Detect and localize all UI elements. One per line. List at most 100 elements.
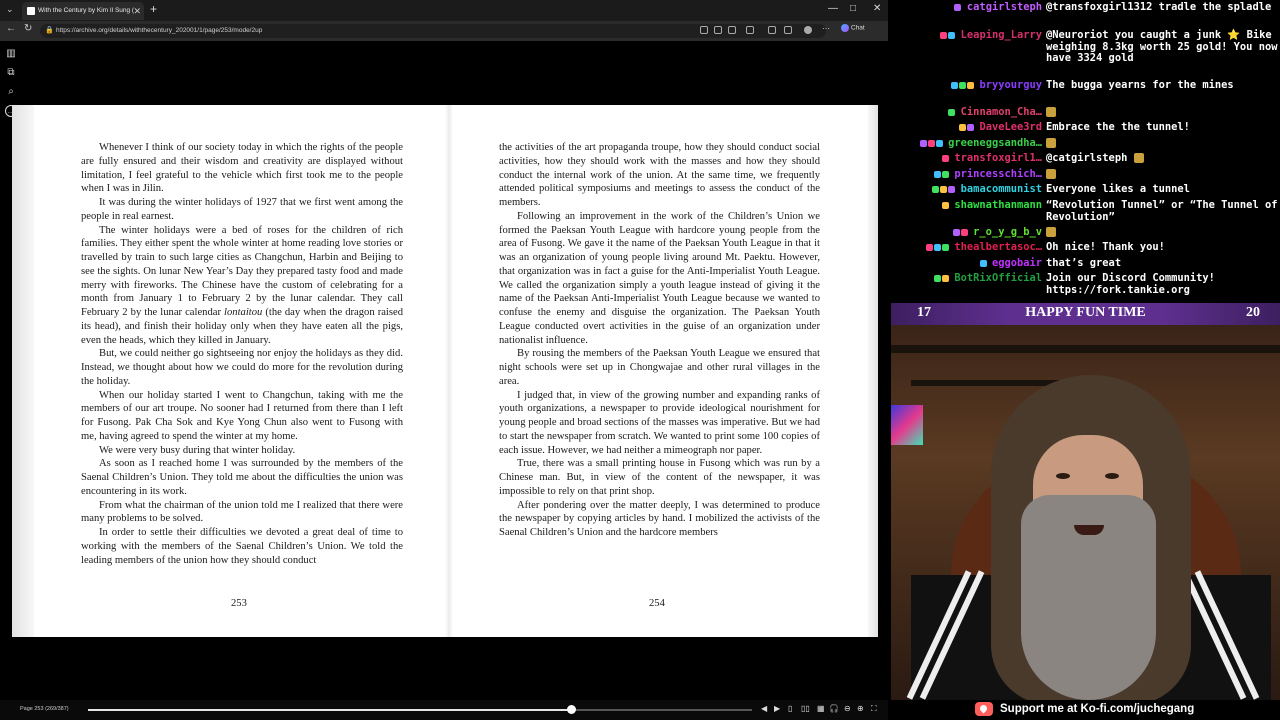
chat-username[interactable]: DaveLee3rd bbox=[979, 121, 1042, 134]
book-left-edge bbox=[12, 105, 34, 637]
next-page-icon[interactable]: ▶ bbox=[774, 704, 780, 713]
paragraph: It was during the winter holidays of 192… bbox=[81, 197, 403, 222]
user-badges bbox=[941, 154, 950, 163]
badge-icon bbox=[941, 275, 949, 282]
badge-icon bbox=[952, 229, 960, 236]
paragraph: By rousing the members of the Paeksan Yo… bbox=[499, 348, 820, 387]
tab-menu-icon[interactable]: ⌄ bbox=[6, 4, 14, 15]
settings-icon[interactable] bbox=[768, 26, 776, 34]
paragraph: True, there was a small printing house i… bbox=[499, 458, 820, 497]
chat-username[interactable]: shawnathanmann bbox=[954, 199, 1042, 212]
badge-icon bbox=[979, 260, 987, 267]
page-scrubber[interactable] bbox=[88, 705, 752, 714]
chat-username[interactable]: greeneggsandha… bbox=[948, 137, 1042, 150]
user-badges bbox=[954, 3, 962, 12]
chat-username[interactable]: bamacommunist bbox=[961, 183, 1042, 196]
viewer-bottom-bar: Page 253 (269/387) ◀ ▶ ▯ ▯▯ ▦ 🎧 ⊖ ⊕ ⛶ bbox=[0, 700, 888, 720]
paragraph: the activities of the art propaganda tro… bbox=[499, 142, 820, 208]
paragraph: I judged that, in view of the growing nu… bbox=[499, 389, 820, 456]
badge-icon bbox=[927, 140, 935, 147]
emote-icon bbox=[1046, 138, 1056, 148]
one-page-view-icon[interactable]: ▯ bbox=[788, 704, 792, 713]
tab-active[interactable]: With the Century by Kim Il Sung ( ✕ bbox=[22, 2, 144, 20]
paragraph: From what the chairman of the union told… bbox=[81, 499, 403, 525]
chat-username[interactable]: bryyourguy bbox=[979, 79, 1042, 92]
shelf bbox=[891, 345, 1280, 353]
new-tab-icon[interactable]: + bbox=[150, 2, 157, 16]
extensions-icon[interactable] bbox=[746, 26, 754, 34]
copilot-chat-button[interactable]: Chat bbox=[841, 24, 865, 32]
chat-text bbox=[1046, 107, 1278, 119]
eye bbox=[1056, 473, 1070, 479]
bookmark-star-icon[interactable] bbox=[728, 26, 736, 34]
tab-close-icon[interactable]: ✕ bbox=[133, 2, 141, 20]
minimize-icon[interactable]: — bbox=[828, 3, 838, 14]
chat-text: “Revolution Tunnel” or “The Tunnel of Re… bbox=[1046, 199, 1278, 223]
italic-term: lontaitou bbox=[224, 307, 263, 318]
zoom-in-icon[interactable]: ⊕ bbox=[857, 704, 864, 713]
badge-icon bbox=[933, 275, 941, 282]
left-page-text: Whenever I think of our society today in… bbox=[81, 141, 403, 567]
page-indicator: Page 253 (269/387) bbox=[20, 706, 69, 712]
user-badges bbox=[933, 274, 950, 283]
scrubber-handle[interactable] bbox=[567, 705, 577, 714]
paragraph: Whenever I think of our society today in… bbox=[81, 142, 403, 195]
paragraph: As soon as I reached home I was surround… bbox=[81, 458, 403, 497]
user-badges bbox=[925, 243, 950, 252]
right-page-number: 254 bbox=[649, 598, 665, 609]
chat-text: Embrace the the tunnel! bbox=[1046, 121, 1190, 133]
downloads-icon[interactable] bbox=[784, 26, 792, 34]
chat-username[interactable]: catgirlsteph bbox=[967, 1, 1042, 14]
zoom-icon[interactable] bbox=[700, 26, 708, 34]
chat-username[interactable]: r_o_y_g_b_v bbox=[973, 226, 1042, 239]
badge-icon bbox=[941, 155, 949, 162]
eye bbox=[1105, 473, 1119, 479]
close-window-icon[interactable]: ✕ bbox=[873, 3, 881, 14]
collections-icon[interactable]: ⧉ bbox=[5, 67, 17, 79]
chat-username[interactable]: thealbertasoc… bbox=[954, 241, 1042, 254]
url-text: https://archive.org/details/withthecentu… bbox=[56, 27, 263, 34]
reader-icon[interactable] bbox=[714, 26, 722, 34]
read-aloud-icon[interactable]: 🎧 bbox=[829, 704, 839, 713]
zoom-out-icon[interactable]: ⊖ bbox=[844, 704, 851, 713]
library-icon[interactable]: ▥ bbox=[5, 48, 17, 60]
kofi-cup-icon bbox=[975, 702, 993, 716]
more-menu-icon[interactable]: ⋯ bbox=[822, 24, 830, 33]
two-page-view-icon[interactable]: ▯▯ bbox=[801, 704, 810, 713]
tab-title: With the Century by Kim Il Sung ( bbox=[38, 7, 135, 14]
chat-username[interactable]: BotRixOfficial bbox=[954, 272, 1042, 285]
badge-icon bbox=[941, 202, 949, 209]
search-icon[interactable]: ⌕ bbox=[5, 86, 17, 98]
title-right-number: 20 bbox=[1246, 305, 1260, 320]
paragraph: When our holiday started I went to Chang… bbox=[81, 389, 403, 442]
tab-bar: ⌄ With the Century by Kim Il Sung ( ✕ + … bbox=[0, 0, 888, 21]
user-badges bbox=[919, 139, 944, 148]
chat-text: @catgirlsteph bbox=[1046, 152, 1278, 165]
chat-username[interactable]: princesschich… bbox=[954, 168, 1042, 181]
previous-page-icon[interactable]: ◀ bbox=[761, 704, 767, 713]
profile-avatar-icon[interactable] bbox=[804, 26, 812, 34]
user-badges bbox=[952, 228, 969, 237]
badge-icon bbox=[954, 4, 962, 11]
badge-icon bbox=[960, 229, 968, 236]
reload-icon[interactable]: ↻ bbox=[24, 23, 32, 34]
user-badges bbox=[941, 201, 950, 210]
badge-icon bbox=[933, 171, 941, 178]
thumbnail-view-icon[interactable]: ▦ bbox=[817, 704, 825, 713]
address-bar[interactable]: 🔒 https://archive.org/details/withthecen… bbox=[40, 24, 826, 38]
paragraph: Following an improvement in the work of … bbox=[499, 210, 820, 346]
fullscreen-icon[interactable]: ⛶ bbox=[871, 704, 877, 714]
badge-icon bbox=[941, 171, 949, 178]
chat-username[interactable]: Cinnamon_Cha… bbox=[961, 106, 1042, 119]
chat-username[interactable]: eggobair bbox=[992, 257, 1042, 270]
back-icon[interactable]: ← bbox=[6, 23, 16, 34]
paragraph: But, we could neither go sightseeing nor… bbox=[81, 348, 403, 387]
chat-username[interactable]: transfoxgirl1… bbox=[954, 152, 1042, 165]
chat-username[interactable]: Leaping_Larry bbox=[961, 29, 1042, 42]
badge-icon bbox=[967, 82, 974, 89]
emote-icon bbox=[1046, 169, 1056, 179]
book-gutter bbox=[445, 105, 453, 637]
chat-text bbox=[1046, 169, 1278, 181]
maximize-icon[interactable]: □ bbox=[850, 3, 856, 14]
stream-title-bar: 17 HAPPY FUN TIME 20 bbox=[891, 303, 1280, 325]
